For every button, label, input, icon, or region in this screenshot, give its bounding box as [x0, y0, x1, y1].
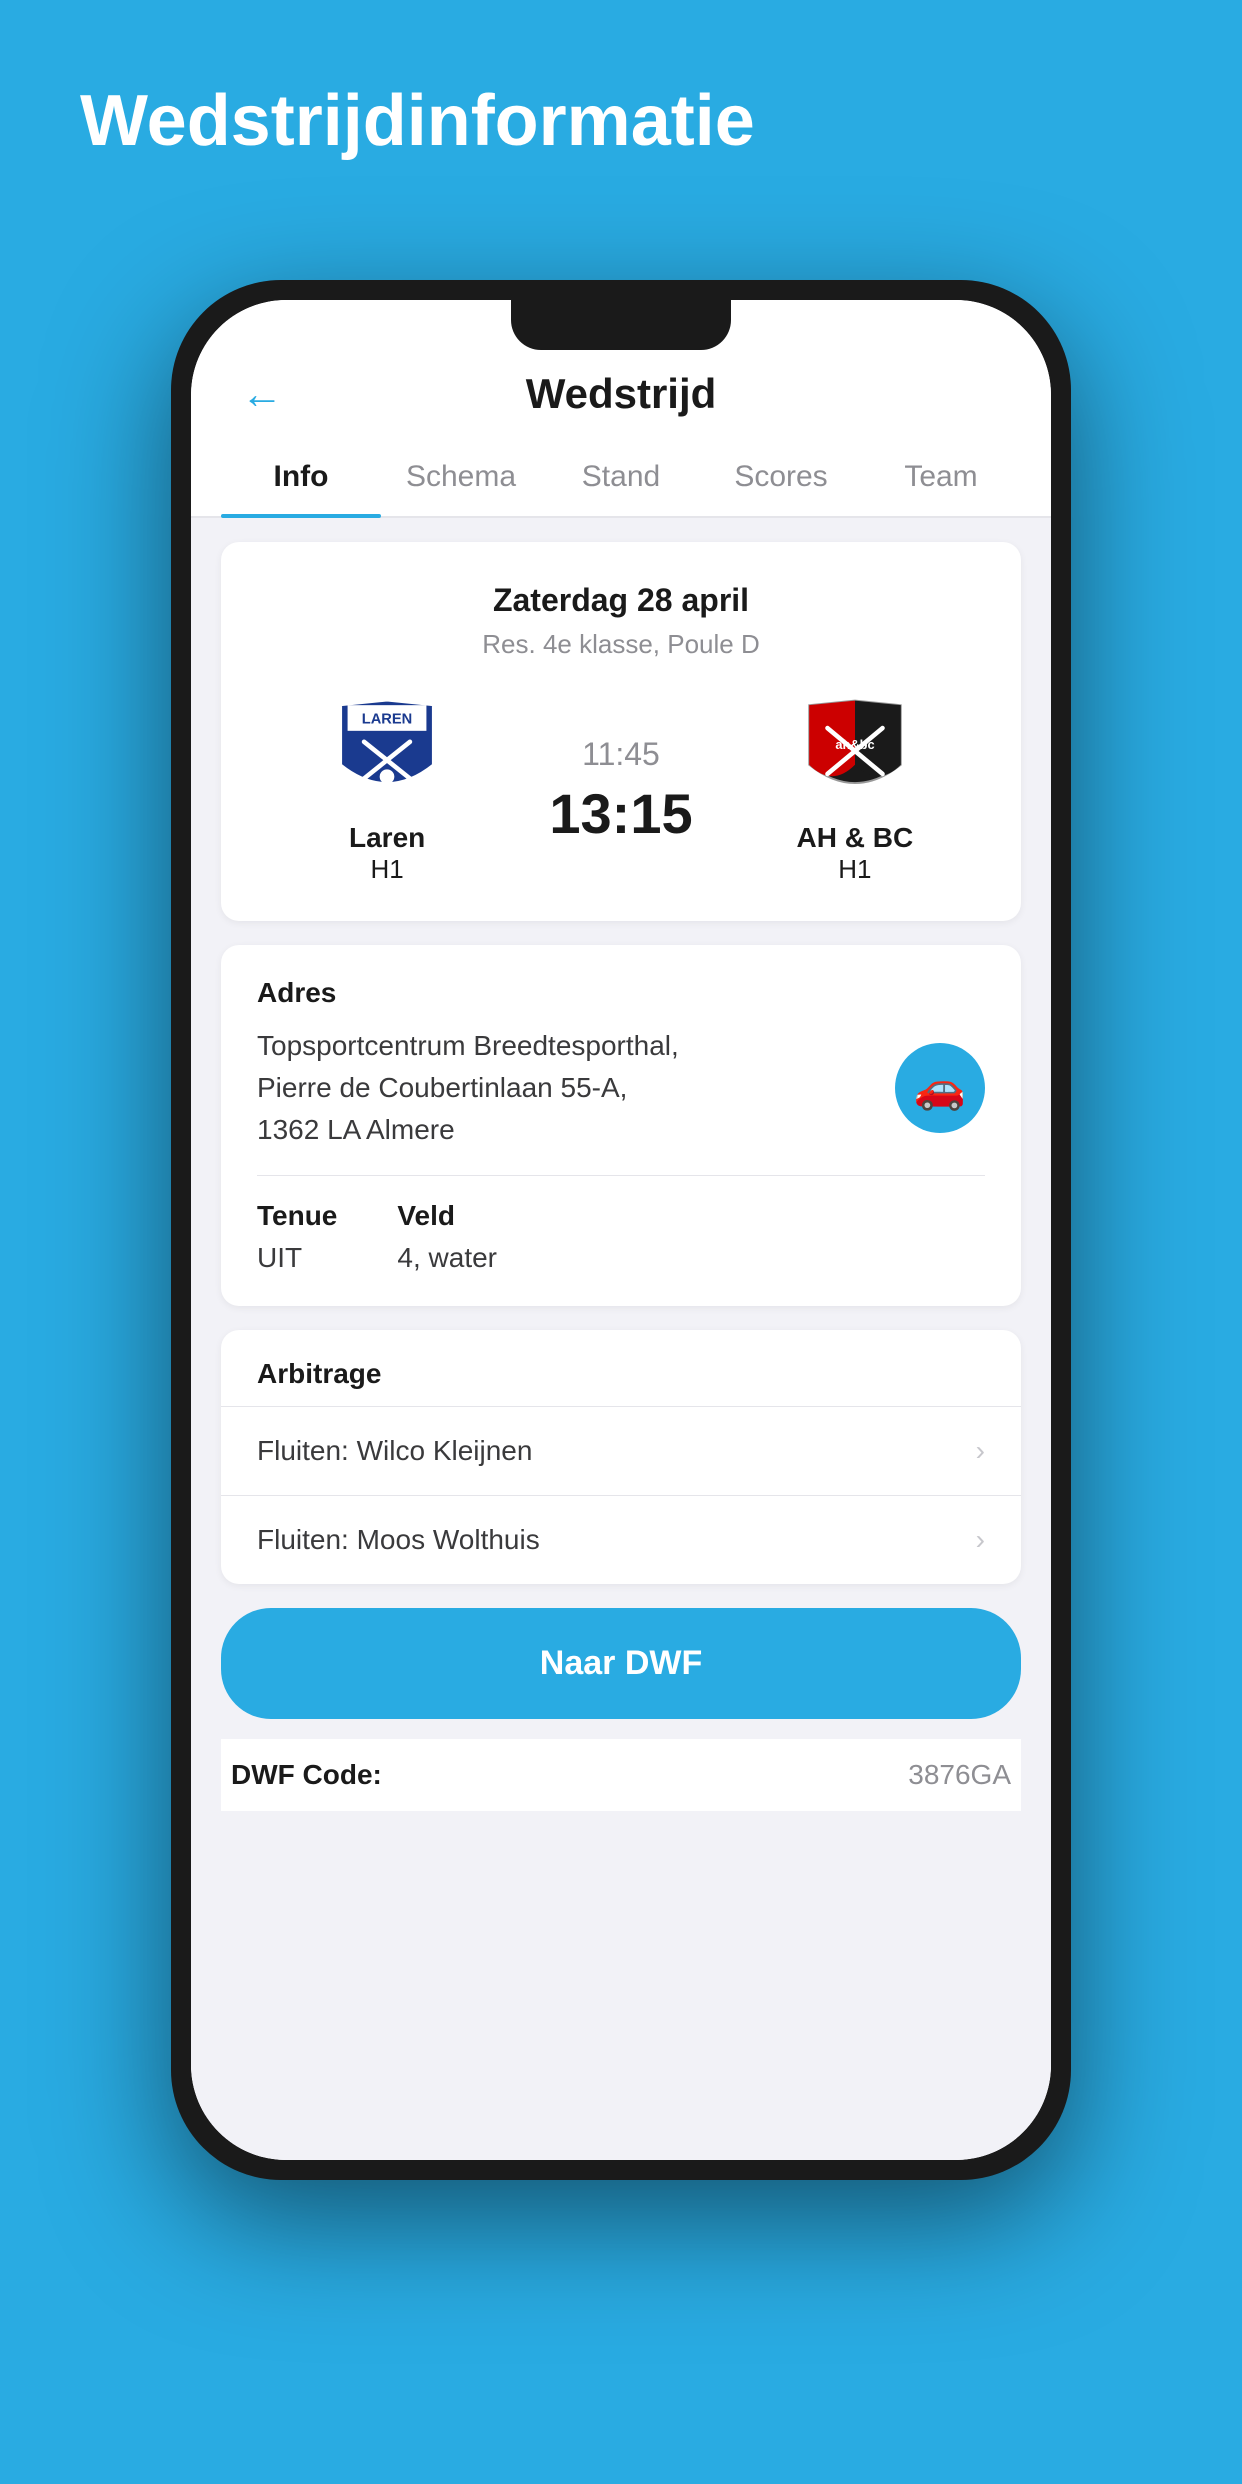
screen-title: Wedstrijd — [526, 370, 717, 418]
navigate-button[interactable]: 🚗 — [895, 1043, 985, 1133]
address-text: Topsportcentrum Breedtesporthal, Pierre … — [257, 1025, 679, 1151]
screen-content: ← Wedstrijd Info Schema Stand Scores Te — [191, 300, 1051, 2160]
svg-text:LAREN: LAREN — [362, 712, 412, 728]
chevron-right-icon-2: › — [976, 1524, 985, 1556]
away-team: ah&bc AH & BC H1 — [745, 696, 965, 885]
match-competition: Res. 4e klasse, Poule D — [251, 629, 991, 660]
address-label: Adres — [257, 977, 985, 1009]
tab-schema[interactable]: Schema — [381, 438, 541, 516]
svg-text:ah&bc: ah&bc — [835, 737, 874, 752]
ahbc-logo: ah&bc — [800, 696, 910, 806]
match-card: Zaterdag 28 april Res. 4e klasse, Poule … — [221, 542, 1021, 921]
phone-notch — [511, 300, 731, 350]
home-team-name: Laren H1 — [349, 822, 425, 885]
tab-bar: Info Schema Stand Scores Team — [191, 438, 1051, 518]
match-score: 13:15 — [549, 781, 692, 846]
tenue-label: Tenue — [257, 1200, 337, 1232]
away-team-name: AH & BC H1 — [797, 822, 914, 885]
referee-row-2[interactable]: Fluiten: Moos Wolthuis › — [221, 1496, 1021, 1584]
divider — [257, 1175, 985, 1176]
dwf-code-label: DWF Code: — [231, 1759, 382, 1791]
match-date: Zaterdag 28 april — [251, 582, 991, 619]
scroll-content[interactable]: Zaterdag 28 april Res. 4e klasse, Poule … — [191, 518, 1051, 2160]
match-time: 11:45 — [582, 736, 660, 773]
referee-2-name: Fluiten: Moos Wolthuis — [257, 1524, 540, 1556]
arbitrage-section: Arbitrage Fluiten: Wilco Kleijnen › Flui… — [221, 1330, 1021, 1584]
dwf-code-value: 3876GA — [908, 1759, 1011, 1791]
referee-1-name: Fluiten: Wilco Kleijnen — [257, 1435, 532, 1467]
score-area: 11:45 13:15 — [549, 736, 692, 846]
page-background-title: Wedstrijdinformatie — [0, 0, 1242, 202]
veld-value: 4, water — [397, 1242, 497, 1274]
laren-logo: LAREN — [332, 696, 442, 806]
dwf-button[interactable]: Naar DWF — [221, 1608, 1021, 1719]
dwf-button-label: Naar DWF — [540, 1644, 702, 1682]
phone-shell: ← Wedstrijd Info Schema Stand Scores Te — [171, 280, 1071, 2180]
back-button[interactable]: ← — [241, 370, 283, 418]
arbitrage-label: Arbitrage — [221, 1330, 1021, 1407]
address-row: Topsportcentrum Breedtesporthal, Pierre … — [257, 1025, 985, 1151]
tab-scores[interactable]: Scores — [701, 438, 861, 516]
veld-item: Veld 4, water — [397, 1200, 497, 1274]
tab-team[interactable]: Team — [861, 438, 1021, 516]
match-teams: LAREN Laren H1 — [251, 696, 991, 885]
address-section: Adres Topsportcentrum Breedtesporthal, P… — [221, 945, 1021, 1306]
home-team: LAREN Laren H1 — [277, 696, 497, 885]
referee-row-1[interactable]: Fluiten: Wilco Kleijnen › — [221, 1407, 1021, 1496]
phone-screen: ← Wedstrijd Info Schema Stand Scores Te — [191, 300, 1051, 2160]
tenue-item: Tenue UIT — [257, 1200, 337, 1274]
tab-info[interactable]: Info — [221, 438, 381, 516]
car-icon: 🚗 — [914, 1064, 966, 1113]
dwf-code-row: DWF Code: 3876GA — [221, 1739, 1021, 1811]
tenue-veld-row: Tenue UIT Veld 4, water — [257, 1200, 985, 1274]
tab-stand[interactable]: Stand — [541, 438, 701, 516]
chevron-right-icon-1: › — [976, 1435, 985, 1467]
veld-label: Veld — [397, 1200, 497, 1232]
tenue-value: UIT — [257, 1242, 337, 1274]
